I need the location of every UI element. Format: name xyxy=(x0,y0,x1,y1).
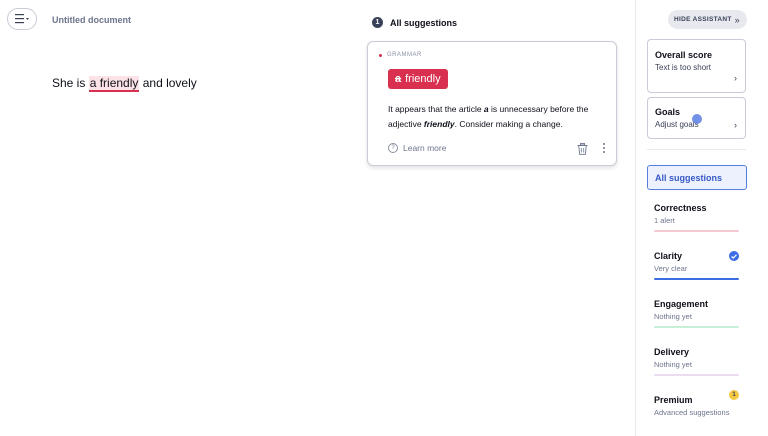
highlighted-mistake[interactable]: a friendly xyxy=(88,76,140,92)
category-dot-icon xyxy=(379,53,382,57)
suggestion-explanation: It appears that the article a is unneces… xyxy=(388,102,610,132)
explain-part-1: It appears that the article xyxy=(388,104,484,114)
help-icon: ? xyxy=(388,143,398,153)
category-name: Engagement xyxy=(654,299,709,309)
explain-word: friendly xyxy=(423,119,455,129)
category-bar xyxy=(654,230,739,232)
hide-assistant-button[interactable]: HIDE ASSISTANT » xyxy=(668,10,747,29)
suggestion-count-badge: 1 xyxy=(372,17,383,28)
text-before: She is xyxy=(52,76,89,90)
menu-button[interactable] xyxy=(7,8,37,30)
document-title[interactable]: Untitled document xyxy=(52,15,131,25)
suggestions-header: 1 All suggestions xyxy=(372,17,457,28)
category-status: Nothing yet xyxy=(654,360,692,369)
hide-assistant-label: HIDE ASSISTANT xyxy=(674,16,732,23)
overall-score-card[interactable]: Overall score Text is too short › xyxy=(647,39,746,93)
more-options-icon[interactable] xyxy=(601,143,607,153)
category-delivery[interactable]: Delivery Nothing yet xyxy=(654,347,739,376)
trash-icon xyxy=(577,143,588,155)
category-bar xyxy=(654,326,739,328)
text-after: and lovely xyxy=(139,76,197,90)
mouse-cursor-icon xyxy=(692,114,702,124)
kept-word: friendly xyxy=(405,73,441,85)
accept-suggestion-button[interactable]: a friendly xyxy=(388,69,448,89)
chevron-right-icon: › xyxy=(734,73,737,83)
chevron-right-icon: › xyxy=(734,120,737,130)
learn-more-label: Learn more xyxy=(403,143,447,153)
category-premium[interactable]: Premium Advanced suggestions 1 xyxy=(654,390,739,417)
category-bar xyxy=(654,374,739,376)
overall-score-subtitle: Text is too short xyxy=(655,63,712,72)
premium-status: Advanced suggestions xyxy=(654,408,730,417)
suggestion-card[interactable]: GRAMMAR a friendly It appears that the a… xyxy=(367,41,617,166)
suggestions-title: All suggestions xyxy=(390,17,458,28)
premium-count-badge: 1 xyxy=(729,390,739,400)
category-status: 1 alert xyxy=(654,216,675,225)
category-status: Very clear xyxy=(654,264,688,273)
goals-title: Goals xyxy=(655,107,681,117)
category-name: Delivery xyxy=(654,347,690,357)
menu-icon xyxy=(15,14,29,24)
category-engagement[interactable]: Engagement Nothing yet xyxy=(654,299,739,328)
category-label: GRAMMAR xyxy=(387,52,422,58)
assistant-sidebar: HIDE ASSISTANT » Overall score Text is t… xyxy=(635,0,768,436)
learn-more-link[interactable]: ? Learn more xyxy=(388,143,446,153)
dismiss-button[interactable] xyxy=(577,142,588,160)
category-bar xyxy=(654,278,739,280)
checkmark-icon xyxy=(729,251,739,261)
all-suggestions-tab[interactable]: All suggestions xyxy=(647,165,747,190)
category-name: Correctness xyxy=(654,203,707,213)
category-status: Nothing yet xyxy=(654,312,692,321)
sidebar-divider xyxy=(647,149,746,150)
explain-part-3: . Consider making a change. xyxy=(454,119,563,129)
overall-score-title: Overall score xyxy=(655,50,713,60)
category-name: Clarity xyxy=(654,251,683,261)
double-chevron-right-icon: » xyxy=(734,14,740,25)
premium-name: Premium xyxy=(654,395,693,405)
removed-word: a xyxy=(395,73,402,85)
category-clarity[interactable]: Clarity Very clear xyxy=(654,251,739,280)
category-correctness[interactable]: Correctness 1 alert xyxy=(654,203,739,232)
suggestion-category: GRAMMAR xyxy=(379,52,422,58)
document-body[interactable]: She is a friendly and lovely xyxy=(52,76,197,92)
